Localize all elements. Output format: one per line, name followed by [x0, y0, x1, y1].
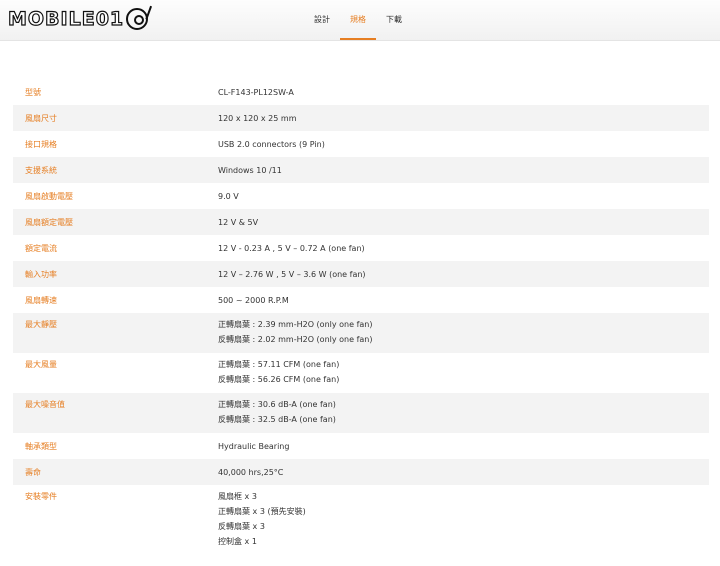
spec-row: 最大噪音值 正轉扇葉 : 30.6 dB-A (one fan) 反轉扇葉 : 32… — [13, 393, 709, 433]
spec-row: 接口規格 USB 2.0 connectors (9 Pin) — [13, 131, 709, 157]
spec-value-line: 風扇框 x 3 — [218, 492, 257, 501]
spec-row: 型號 CL-F143-PL12SW-A — [13, 79, 709, 105]
spec-label: 風扇啟動電壓 — [25, 191, 73, 201]
spec-row: 壽命 40,000 hrs,25°C — [13, 459, 709, 485]
spec-value: 12 V & 5V — [218, 215, 709, 230]
spec-label: 輸入功率 — [25, 269, 57, 279]
spec-value: 40,000 hrs,25°C — [218, 465, 709, 480]
spec-value: 正轉扇葉 : 30.6 dB-A (one fan) 反轉扇葉 : 32.5 dB… — [218, 397, 709, 427]
top-bar: MOBILE01 設計 規格 下載 — [0, 0, 720, 41]
site-logo[interactable]: MOBILE01 — [7, 2, 153, 33]
spec-label: 最大噪音值 — [25, 400, 65, 409]
spec-value: 12 V – 2.76 W , 5 V – 3.6 W (one fan) — [218, 267, 709, 282]
spec-row: 風扇尺寸 120 x 120 x 25 mm — [13, 105, 709, 131]
spec-label: 風扇尺寸 — [25, 113, 57, 123]
spec-row: 支援系統 Windows 10 /11 — [13, 157, 709, 183]
spec-value-line: 120 x 120 x 25 mm — [218, 113, 297, 123]
section-tabs: 設計 規格 下載 — [304, 0, 412, 40]
spec-value-line: USB 2.0 connectors (9 Pin) — [218, 139, 325, 149]
spec-row: 額定電流 12 V - 0.23 A , 5 V – 0.72 A (one fa… — [13, 235, 709, 261]
spec-value: 500 ~ 2000 R.P.M — [218, 293, 709, 308]
spec-value-line: Windows 10 /11 — [218, 165, 282, 175]
spec-value-line: 正轉扇葉 : 2.39 mm-H2O (only one fan) — [218, 320, 373, 329]
spec-value-line: 500 ~ 2000 R.P.M — [218, 295, 289, 305]
spec-row: 輸入功率 12 V – 2.76 W , 5 V – 3.6 W (one fan… — [13, 261, 709, 287]
tab-download[interactable]: 下載 — [376, 0, 412, 38]
spec-value-line: 9.0 V — [218, 191, 239, 201]
spec-label: 型號 — [25, 87, 41, 97]
spec-value-line: 40,000 hrs,25°C — [218, 467, 284, 477]
spec-label: 接口規格 — [25, 139, 57, 149]
spec-value-line: 反轉扇葉 : 56.26 CFM (one fan) — [218, 375, 340, 384]
spec-row: 最大風量 正轉扇葉 : 57.11 CFM (one fan) 反轉扇葉 : 56.… — [13, 353, 709, 393]
spec-value-line: 12 V – 2.76 W , 5 V – 3.6 W (one fan) — [218, 269, 366, 279]
spec-value: 正轉扇葉 : 2.39 mm-H2O (only one fan) 反轉扇葉 : … — [218, 317, 709, 347]
spec-row: 最大靜壓 正轉扇葉 : 2.39 mm-H2O (only one fan) 反轉扇… — [13, 313, 709, 353]
spec-label: 最大風量 — [25, 360, 57, 369]
spec-row: 軸承類型 Hydraulic Bearing — [13, 433, 709, 459]
spec-value-line: Hydraulic Bearing — [218, 441, 290, 451]
logo-mark-icon — [126, 2, 153, 30]
tab-design[interactable]: 設計 — [304, 0, 340, 38]
spec-value: Hydraulic Bearing — [218, 439, 709, 454]
spec-value: 正轉扇葉 : 57.11 CFM (one fan) 反轉扇葉 : 56.26 C… — [218, 357, 709, 387]
spec-value-line: 控制盒 x 1 — [218, 537, 257, 546]
spec-value: 風扇框 x 3 正轉扇葉 x 3 (預先安裝) 反轉扇葉 x 3 控制盒 x 1 — [218, 489, 709, 549]
spec-row: 風扇啟動電壓 9.0 V — [13, 183, 709, 209]
spec-value-line: 正轉扇葉 x 3 (預先安裝) — [218, 507, 306, 516]
spec-label: 風扇轉速 — [25, 295, 57, 305]
spec-value-line: 12 V & 5V — [218, 217, 259, 227]
spec-value: 9.0 V — [218, 189, 709, 204]
spec-row: 風扇額定電壓 12 V & 5V — [13, 209, 709, 235]
spec-label: 安裝零件 — [25, 492, 57, 501]
spec-label: 額定電流 — [25, 243, 57, 253]
spec-value-line: 反轉扇葉 : 2.02 mm-H2O (only one fan) — [218, 335, 373, 344]
spec-row: 風扇轉速 500 ~ 2000 R.P.M — [13, 287, 709, 313]
spec-value: CL-F143-PL12SW-A — [218, 85, 709, 100]
spec-value: 12 V - 0.23 A , 5 V – 0.72 A (one fan) — [218, 241, 709, 256]
logo-text: MOBILE01 — [7, 7, 125, 30]
spec-label: 最大靜壓 — [25, 320, 57, 329]
spec-table: 型號 CL-F143-PL12SW-A 風扇尺寸 120 x 120 x 25 mm 接… — [13, 79, 709, 555]
spec-label: 風扇額定電壓 — [25, 217, 73, 227]
spec-value: USB 2.0 connectors (9 Pin) — [218, 137, 709, 152]
spec-value-line: CL-F143-PL12SW-A — [218, 87, 294, 97]
spec-value: 120 x 120 x 25 mm — [218, 111, 709, 126]
spec-value: Windows 10 /11 — [218, 163, 709, 178]
spec-label: 支援系統 — [25, 165, 57, 175]
spec-value-line: 正轉扇葉 : 57.11 CFM (one fan) — [218, 360, 340, 369]
spec-value-line: 反轉扇葉 : 32.5 dB-A (one fan) — [218, 415, 336, 424]
spec-label: 壽命 — [25, 467, 41, 477]
spec-value-line: 正轉扇葉 : 30.6 dB-A (one fan) — [218, 400, 336, 409]
spec-value-line: 12 V - 0.23 A , 5 V – 0.72 A (one fan) — [218, 243, 365, 253]
spec-row: 安裝零件 風扇框 x 3 正轉扇葉 x 3 (預先安裝) 反轉扇葉 x 3 控制盒 x … — [13, 485, 709, 555]
tab-specs[interactable]: 規格 — [340, 0, 376, 40]
spec-label: 軸承類型 — [25, 441, 57, 451]
spec-value-line: 反轉扇葉 x 3 — [218, 522, 265, 531]
